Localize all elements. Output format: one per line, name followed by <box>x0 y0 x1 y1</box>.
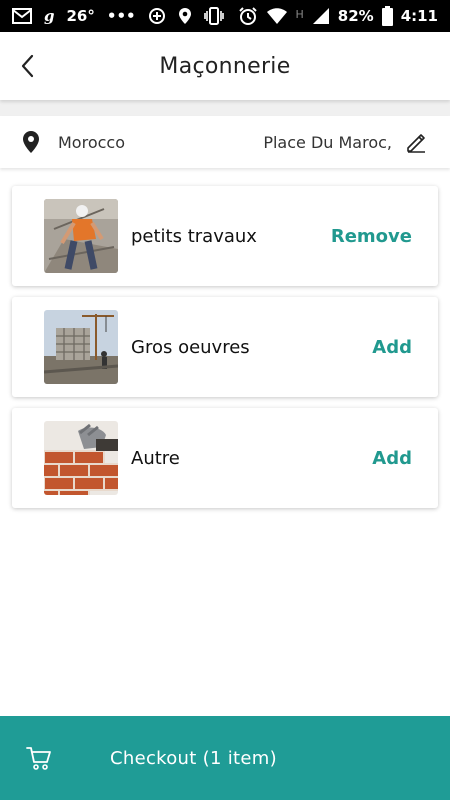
vibrate-icon <box>203 6 224 26</box>
gmail-icon <box>12 6 32 26</box>
service-card: petits travaux Remove <box>12 186 438 286</box>
battery-percent: 82% <box>337 7 374 25</box>
service-label: Gros oeuvres <box>131 336 250 358</box>
temperature: 26° <box>66 7 95 25</box>
page-title: Maçonnerie <box>159 53 291 79</box>
remove-button[interactable]: Remove <box>331 226 412 247</box>
location-row: Morocco Place Du Maroc, <box>0 116 450 168</box>
location-pin-icon <box>22 130 42 154</box>
network-type: H <box>295 8 304 21</box>
wifi-icon <box>266 6 288 26</box>
cart-icon <box>26 745 52 771</box>
g-app-icon: g <box>44 7 55 25</box>
service-label: Autre <box>131 447 180 469</box>
construction-site-photo <box>44 310 118 384</box>
location-status-icon <box>178 6 192 26</box>
edit-location-button[interactable] <box>404 130 428 154</box>
chevron-left-icon <box>21 54 34 78</box>
alarm-icon <box>238 6 258 26</box>
status-bar: g 26° ••• H 82% 4:11 <box>0 0 450 32</box>
location-country: Morocco <box>58 132 125 152</box>
signal-icon <box>312 6 330 26</box>
add-button[interactable]: Add <box>372 337 412 358</box>
data-saver-icon <box>148 6 166 26</box>
service-label: petits travaux <box>131 225 257 247</box>
app-header: Maçonnerie <box>0 32 450 100</box>
service-list: petits travaux Remove Gros oeuvres Add A… <box>12 186 438 519</box>
checkout-label: Checkout (1 item) <box>110 747 277 769</box>
add-button[interactable]: Add <box>372 448 412 469</box>
divider <box>0 100 450 116</box>
battery-icon <box>381 6 393 26</box>
checkout-button[interactable]: Checkout (1 item) <box>0 716 450 800</box>
pencil-icon <box>407 134 425 153</box>
service-card: Gros oeuvres Add <box>12 297 438 397</box>
service-card: Autre Add <box>12 408 438 508</box>
back-button[interactable] <box>14 52 40 80</box>
clock: 4:11 <box>400 7 438 25</box>
more-icon: ••• <box>106 7 136 25</box>
location-address: Place Du Maroc, <box>263 132 392 152</box>
worker-photo <box>44 199 118 273</box>
bricklaying-photo <box>44 421 118 495</box>
